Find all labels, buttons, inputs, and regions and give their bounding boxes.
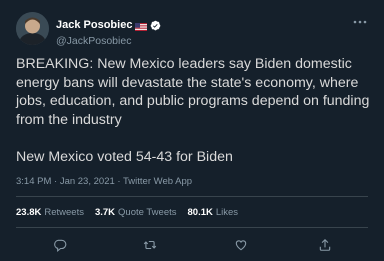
us-flag-icon <box>135 21 148 31</box>
verified-badge-icon <box>150 20 161 31</box>
retweets-label: Retweets <box>44 207 84 218</box>
likes-label: Likes <box>215 207 239 218</box>
tweet-timestamp[interactable]: 3:14 PM · Jan 23, 2021 · Twitter Web App <box>16 176 192 187</box>
likes-count: 80.1K <box>187 207 213 218</box>
avatar[interactable] <box>16 12 49 45</box>
tweet-card: Jack Posobiec @JackPosobiec BREAKING: Ne… <box>0 0 384 261</box>
display-name[interactable]: Jack Posobiec <box>56 18 132 32</box>
retweets-count: 23.8K <box>16 207 42 218</box>
share-icon[interactable] <box>316 236 334 254</box>
divider-top <box>16 196 368 197</box>
tweet-header: Jack Posobiec @JackPosobiec <box>16 12 368 48</box>
more-options-icon[interactable] <box>352 14 368 30</box>
action-bar <box>16 236 368 254</box>
divider-bottom <box>16 227 368 228</box>
tweet-text: BREAKING: New Mexico leaders say Biden d… <box>16 56 370 165</box>
handle[interactable]: @JackPosobiec <box>56 34 161 48</box>
reply-icon[interactable] <box>51 236 69 254</box>
author-info: Jack Posobiec @JackPosobiec <box>56 15 161 48</box>
tweet-stats: 23.8K Retweets 3.7K Quote Tweets 80.1K Like… <box>16 207 238 218</box>
retweet-icon[interactable] <box>141 236 159 254</box>
like-icon[interactable] <box>232 236 250 254</box>
retweets-stat[interactable]: 23.8K Retweets <box>16 207 84 218</box>
author-name-row[interactable]: Jack Posobiec <box>56 18 161 32</box>
likes-stat[interactable]: 80.1K Likes <box>188 207 239 218</box>
quotes-count: 3.7K <box>94 207 116 218</box>
quotes-label: Quote Tweets <box>118 207 177 218</box>
quotes-stat[interactable]: 3.7K Quote Tweets <box>95 207 177 218</box>
